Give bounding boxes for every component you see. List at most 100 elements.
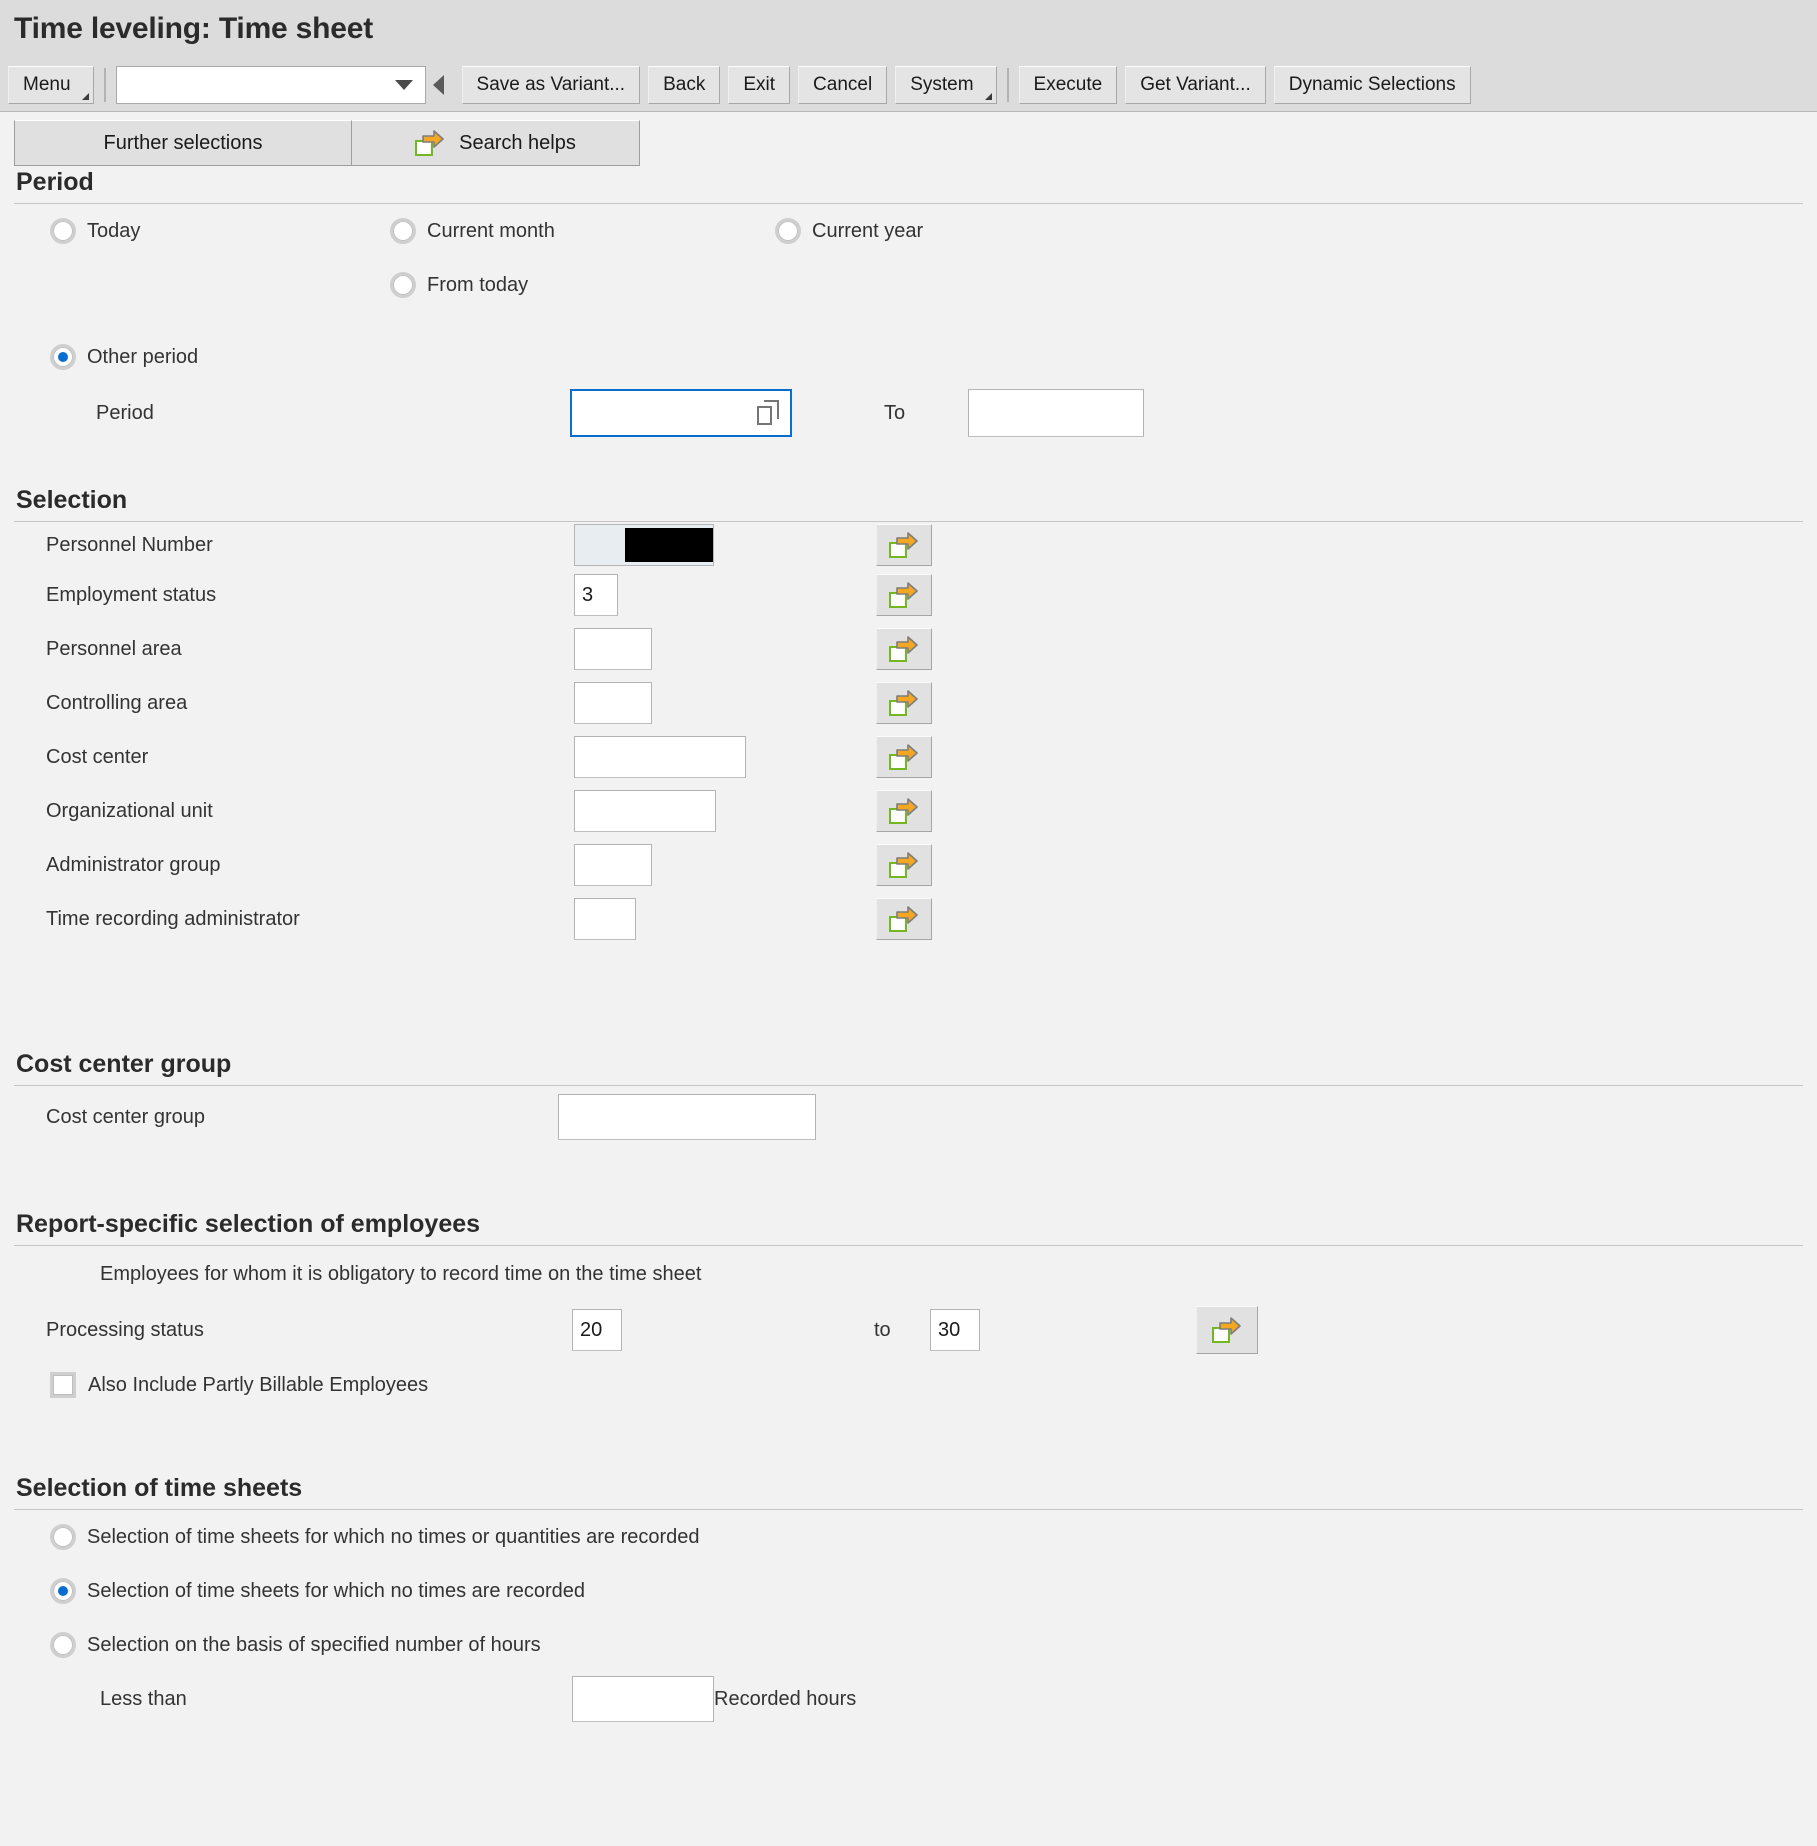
less-than-hours-input[interactable] xyxy=(572,1676,714,1722)
selection-row-personnel-number: Personnel Number xyxy=(14,522,1803,568)
employment-status-multi-select-button[interactable] xyxy=(876,574,932,616)
multi-select-arrow-icon xyxy=(889,744,919,770)
duplicate-rectangles-icon[interactable] xyxy=(757,400,783,426)
multi-select-arrow-icon xyxy=(889,906,919,932)
radio-current-year-label: Current year xyxy=(812,219,924,242)
exit-label: Exit xyxy=(743,73,776,95)
radio-no-times-or-quantities-control[interactable] xyxy=(50,1524,76,1550)
chevron-down-icon xyxy=(394,79,413,90)
tab-further-selections[interactable]: Further selections xyxy=(14,120,352,166)
tab-search-helps[interactable]: Search helps xyxy=(352,120,640,166)
radio-today-label: Today xyxy=(87,219,141,242)
radio-current-month-control[interactable] xyxy=(390,218,416,244)
cost-center-input[interactable] xyxy=(574,736,746,778)
radio-specified-hours-control[interactable] xyxy=(50,1632,76,1658)
nav-back-arrow-button[interactable] xyxy=(426,66,452,104)
controlling-area-input[interactable] xyxy=(574,682,652,724)
system-button[interactable]: System xyxy=(895,65,997,104)
timesheet-selection-section: Selection of time sheets Selection of ti… xyxy=(0,1474,1817,1726)
selection-row-cost-center: Cost center xyxy=(14,730,1803,784)
radio-from-today-control[interactable] xyxy=(390,272,416,298)
radio-current-month[interactable]: Current month xyxy=(390,218,775,244)
processing-status-multi-select-button[interactable] xyxy=(1196,1306,1258,1354)
selection-tabstrip: Further selections Search helps xyxy=(0,112,1817,168)
save-as-variant-button[interactable]: Save as Variant... xyxy=(461,65,641,104)
period-heading: Period xyxy=(16,168,94,196)
radio-no-times-recorded[interactable]: Selection of time sheets for which no ti… xyxy=(50,1578,585,1604)
report-specific-section: Report-specific selection of employees E… xyxy=(0,1210,1817,1412)
multi-select-arrow-icon xyxy=(415,130,445,156)
radio-current-year-control[interactable] xyxy=(775,218,801,244)
employment-status-input[interactable]: 3 xyxy=(574,574,618,616)
radio-other-period-control[interactable] xyxy=(50,344,76,370)
administrator-group-input[interactable] xyxy=(574,844,652,886)
radio-from-today[interactable]: From today xyxy=(390,272,528,298)
period-to-input[interactable] xyxy=(968,389,1144,437)
also-include-partly-billable-checkbox[interactable] xyxy=(50,1372,76,1398)
processing-status-to-input[interactable]: 30 xyxy=(930,1309,980,1351)
recorded-hours-label: Recorded hours xyxy=(714,1687,857,1710)
redacted-value xyxy=(625,528,713,562)
period-field-label: Period xyxy=(96,401,154,424)
timesheet-option-row-3: Selection on the basis of specified numb… xyxy=(14,1618,1803,1672)
time-recording-administrator-label: Time recording administrator xyxy=(46,907,300,930)
radio-from-today-label: From today xyxy=(427,273,529,296)
chevron-down-icon xyxy=(81,92,89,100)
multi-select-arrow-icon xyxy=(889,852,919,878)
radio-today-control[interactable] xyxy=(50,218,76,244)
get-variant-button[interactable]: Get Variant... xyxy=(1125,65,1266,104)
triangle-left-icon xyxy=(433,74,445,95)
radio-other-period-label: Other period xyxy=(87,345,199,368)
personnel-area-label: Personnel area xyxy=(46,637,182,660)
back-button[interactable]: Back xyxy=(648,65,721,104)
personnel-number-multi-select-button[interactable] xyxy=(876,524,932,566)
selection-row-time-recording-administrator: Time recording administrator xyxy=(14,892,1803,946)
radio-no-times-recorded-label: Selection of time sheets for which no ti… xyxy=(87,1579,586,1602)
radio-current-month-label: Current month xyxy=(427,219,555,242)
period-from-input[interactable] xyxy=(570,389,792,437)
selection-row-employment-status: Employment status 3 xyxy=(14,568,1803,622)
radio-current-year[interactable]: Current year xyxy=(775,218,923,244)
cost-center-label: Cost center xyxy=(46,745,149,768)
processing-status-from-input[interactable]: 20 xyxy=(572,1309,622,1351)
execute-label: Execute xyxy=(1033,73,1103,95)
organizational-unit-input[interactable] xyxy=(574,790,716,832)
radio-no-times-or-quantities[interactable]: Selection of time sheets for which no ti… xyxy=(50,1524,700,1550)
processing-status-from-value: 20 xyxy=(580,1318,603,1341)
dynamic-selections-button[interactable]: Dynamic Selections xyxy=(1273,65,1471,104)
radio-other-period[interactable]: Other period xyxy=(50,344,198,370)
cancel-button[interactable]: Cancel xyxy=(798,65,888,104)
report-specific-heading: Report-specific selection of employees xyxy=(16,1210,481,1238)
cost-center-multi-select-button[interactable] xyxy=(876,736,932,778)
dynamic-selections-label: Dynamic Selections xyxy=(1288,73,1456,95)
report-specific-note: Employees for whom it is obligatory to r… xyxy=(100,1262,702,1285)
less-than-row: Less than Recorded hours xyxy=(14,1672,1803,1726)
selection-row-personnel-area: Personnel area xyxy=(14,622,1803,676)
cost-center-group-input[interactable] xyxy=(558,1094,816,1140)
personnel-area-multi-select-button[interactable] xyxy=(876,628,932,670)
variant-select[interactable] xyxy=(115,65,426,104)
controlling-area-multi-select-button[interactable] xyxy=(876,682,932,724)
period-section: Period Today Current month Current year … xyxy=(0,168,1817,442)
radio-no-times-recorded-control[interactable] xyxy=(50,1578,76,1604)
execute-button[interactable]: Execute xyxy=(1018,65,1118,104)
cost-center-group-section: Cost center group Cost center group xyxy=(0,1050,1817,1148)
time-recording-administrator-input[interactable] xyxy=(574,898,636,940)
time-recording-administrator-multi-select-button[interactable] xyxy=(876,898,932,940)
exit-button[interactable]: Exit xyxy=(728,65,791,104)
period-options-row-2: From today xyxy=(14,258,1803,312)
radio-today[interactable]: Today xyxy=(50,218,390,244)
radio-specified-hours[interactable]: Selection on the basis of specified numb… xyxy=(50,1632,541,1658)
organizational-unit-multi-select-button[interactable] xyxy=(876,790,932,832)
selection-row-organizational-unit: Organizational unit xyxy=(14,784,1803,838)
multi-select-arrow-icon xyxy=(889,532,919,558)
personnel-number-input[interactable] xyxy=(574,524,714,566)
menu-button[interactable]: Menu xyxy=(8,65,94,104)
period-options-row-3: Other period xyxy=(14,330,1803,384)
get-variant-label: Get Variant... xyxy=(1140,73,1251,95)
cost-center-group-label: Cost center group xyxy=(46,1105,205,1128)
personnel-area-input[interactable] xyxy=(574,628,652,670)
also-include-partly-billable-label: Also Include Partly Billable Employees xyxy=(88,1373,429,1396)
report-specific-note-row: Employees for whom it is obligatory to r… xyxy=(14,1246,1803,1302)
administrator-group-multi-select-button[interactable] xyxy=(876,844,932,886)
